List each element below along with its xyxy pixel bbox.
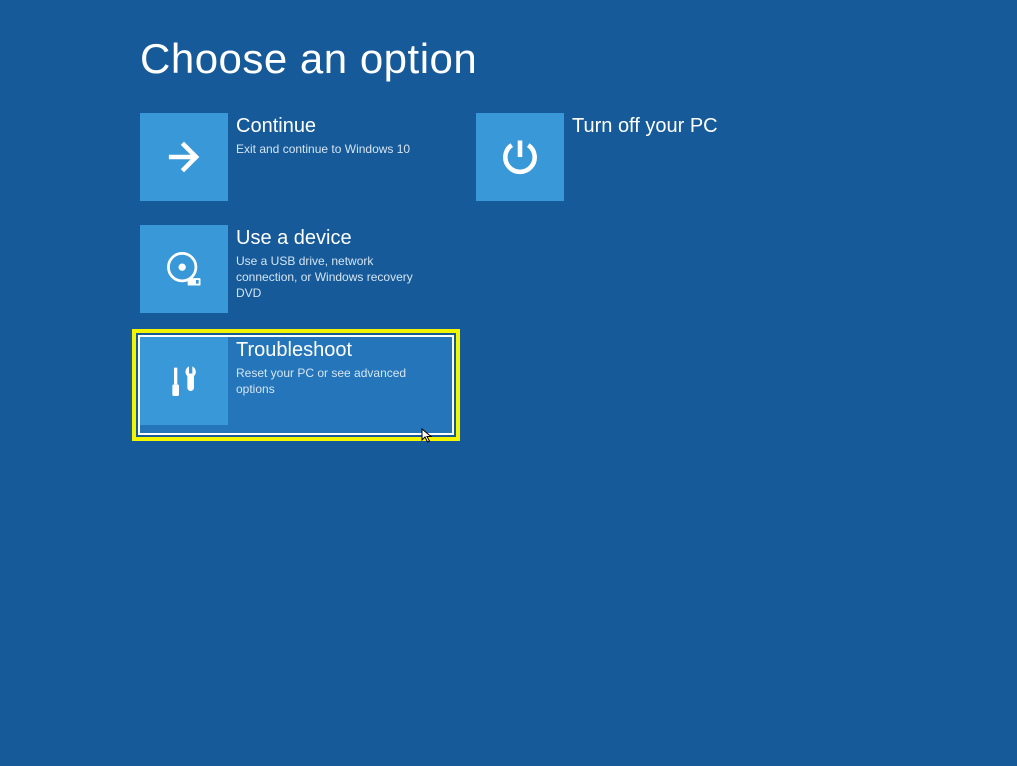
turnoff-text: Turn off your PC [564,113,718,141]
device-disc-icon [162,247,206,291]
troubleshoot-highlight-wrapper: Troubleshoot Reset your PC or see advanc… [132,329,460,441]
troubleshoot-text: Troubleshoot Reset your PC or see advanc… [228,337,436,397]
options-grid: Continue Exit and continue to Windows 10… [140,113,1017,441]
usedevice-icon-box [140,225,228,313]
turnoff-title: Turn off your PC [572,113,718,139]
usedevice-subtitle: Use a USB drive, network connection, or … [236,253,436,302]
turnoff-tile[interactable]: Turn off your PC [476,113,788,201]
troubleshoot-icon-box [140,337,228,425]
usedevice-text: Use a device Use a USB drive, network co… [228,225,436,302]
options-row-1: Continue Exit and continue to Windows 10… [140,113,1017,201]
continue-title: Continue [236,113,410,139]
options-row-2: Use a device Use a USB drive, network co… [140,225,1017,313]
power-icon [498,135,542,179]
continue-text: Continue Exit and continue to Windows 10 [228,113,410,157]
troubleshoot-subtitle: Reset your PC or see advanced options [236,365,436,397]
page-title: Choose an option [140,35,1017,83]
tools-icon [164,361,204,401]
troubleshoot-tile[interactable]: Troubleshoot Reset your PC or see advanc… [140,337,452,433]
troubleshoot-title: Troubleshoot [236,337,436,363]
arrow-right-icon [162,135,206,179]
continue-icon-box [140,113,228,201]
usedevice-tile[interactable]: Use a device Use a USB drive, network co… [140,225,452,313]
options-row-3: Troubleshoot Reset your PC or see advanc… [140,337,1017,441]
continue-tile[interactable]: Continue Exit and continue to Windows 10 [140,113,452,201]
usedevice-title: Use a device [236,225,436,251]
turnoff-icon-box [476,113,564,201]
continue-subtitle: Exit and continue to Windows 10 [236,141,410,157]
recovery-options-screen: Choose an option Continue Exit and conti… [0,0,1017,441]
